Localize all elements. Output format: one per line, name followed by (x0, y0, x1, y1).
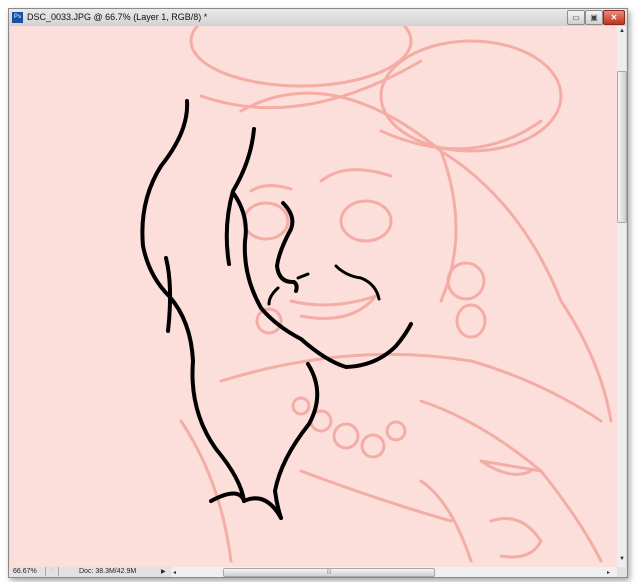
image-canvas[interactable] (10, 26, 617, 567)
status-bar: 66.67% ◌ Doc: 38.3M/42.9M ▶ ◂ ||| ▸ (9, 567, 627, 577)
close-icon: ✕ (610, 13, 618, 22)
pencil-sketch (179, 26, 613, 563)
minimize-icon: ▭ (572, 13, 580, 22)
sketch-artwork (140, 26, 613, 563)
close-button[interactable]: ✕ (603, 10, 625, 25)
vertical-scroll-thumb[interactable] (617, 71, 627, 223)
horizontal-scrollbar[interactable]: ◂ ||| ▸ (171, 567, 617, 577)
scroll-left-icon[interactable]: ◂ (173, 569, 176, 576)
title-bar[interactable]: Ps DSC_0033.JPG @ 66.7% (Layer 1, RGB/8)… (9, 9, 627, 26)
document-size-info: Doc: 38.3M/42.9M (79, 568, 137, 575)
maximize-button[interactable]: ▣ (585, 10, 603, 25)
photoshop-icon: Ps (12, 12, 23, 23)
status-menu-arrow-icon[interactable]: ▶ (161, 568, 166, 575)
maximize-icon: ▣ (590, 13, 598, 22)
scroll-down-icon[interactable]: ▼ (619, 556, 625, 562)
scroll-right-icon[interactable]: ▸ (607, 569, 610, 576)
vertical-scrollbar[interactable]: ▲ ▼ (617, 26, 627, 567)
minimize-button[interactable]: ▭ (567, 10, 585, 25)
document-window: Ps DSC_0033.JPG @ 66.7% (Layer 1, RGB/8)… (8, 8, 628, 578)
zoom-level-field[interactable]: 66.67% (13, 568, 37, 575)
document-title: DSC_0033.JPG @ 66.7% (Layer 1, RGB/8) * (27, 12, 208, 22)
zoom-icon: ◌ (45, 567, 59, 576)
scroll-up-icon[interactable]: ▲ (619, 28, 625, 34)
horizontal-scroll-thumb[interactable]: ||| (223, 568, 435, 577)
